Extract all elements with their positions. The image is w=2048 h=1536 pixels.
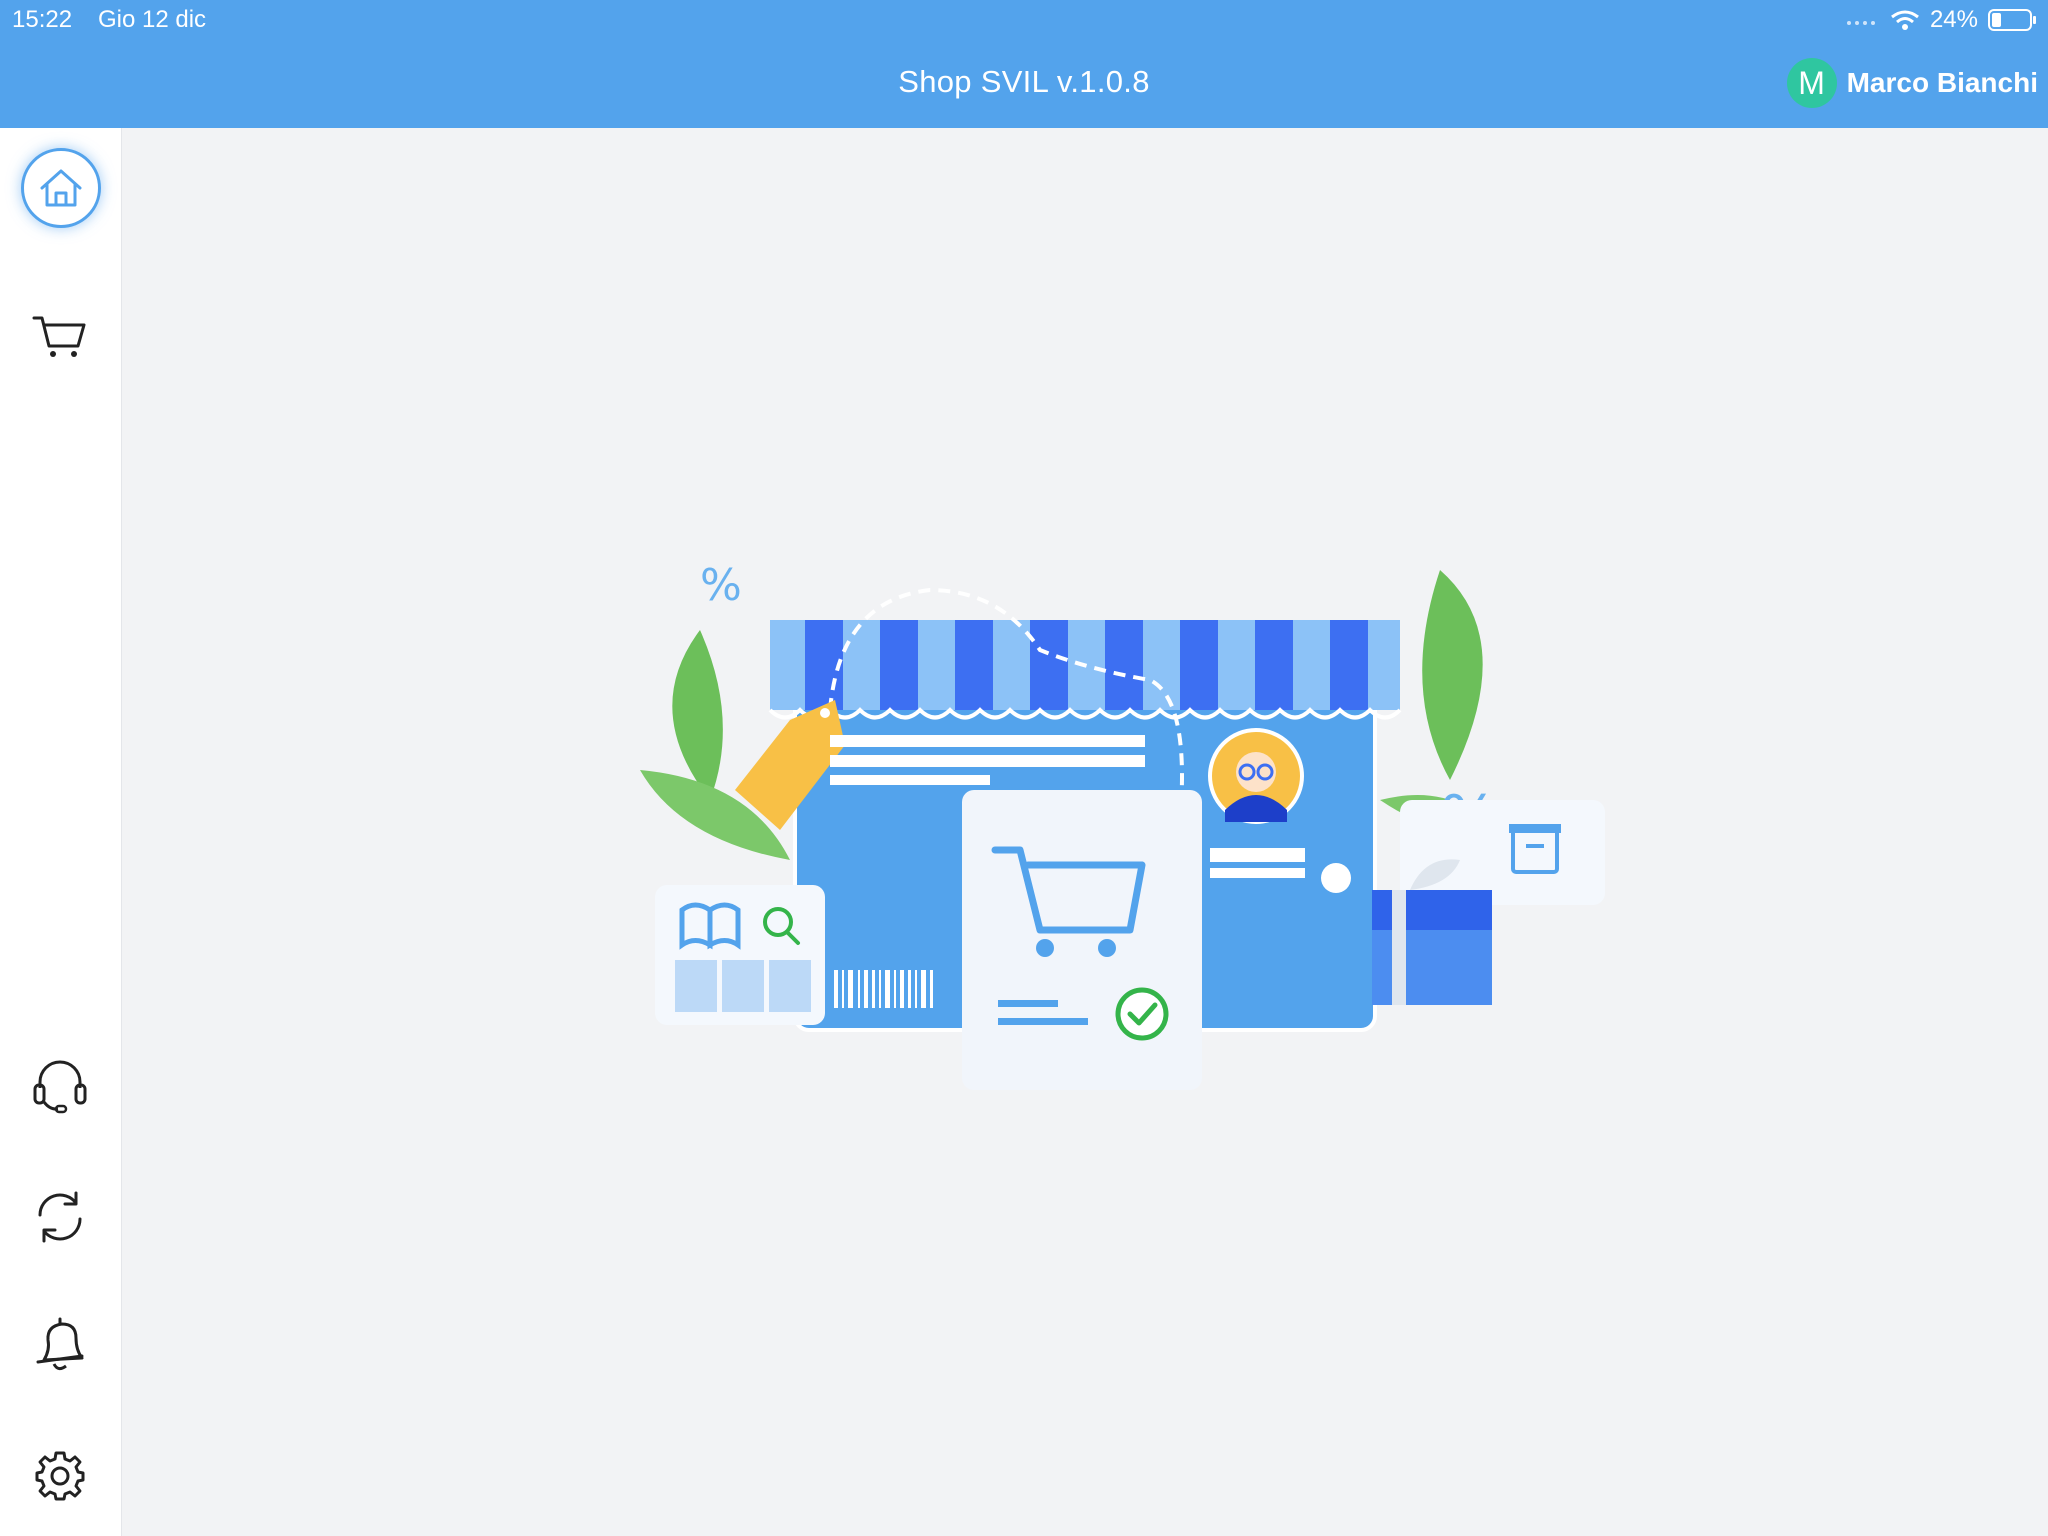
top-bar: 15:22 Gio 12 dic 24% Shop SVIL v.1.0.8 M… bbox=[0, 0, 2048, 128]
sidebar-item-home[interactable] bbox=[21, 148, 101, 228]
status-date: Gio 12 dic bbox=[98, 6, 207, 33]
sidebar-item-sync[interactable] bbox=[20, 1177, 100, 1257]
wifi-icon bbox=[1891, 10, 1919, 30]
user-menu[interactable]: M Marco Bianchi bbox=[1786, 58, 2038, 108]
status-indicators: 24% bbox=[1846, 6, 2038, 34]
sidebar-item-settings[interactable] bbox=[20, 1436, 100, 1516]
app-title: Shop SVIL v.1.0.8 bbox=[898, 64, 1150, 99]
sidebar bbox=[0, 128, 122, 1536]
sidebar-item-cart[interactable] bbox=[20, 297, 100, 377]
sidebar-item-support[interactable] bbox=[20, 1045, 100, 1125]
battery-percent: 24% bbox=[1929, 6, 1978, 33]
sidebar-item-notifications[interactable] bbox=[20, 1306, 100, 1386]
sync-icon bbox=[38, 1191, 82, 1243]
user-name: Marco Bianchi bbox=[1846, 67, 2038, 98]
status-time: 15:22 bbox=[12, 6, 73, 33]
battery-icon bbox=[1988, 9, 2036, 31]
percent-label: % bbox=[700, 560, 742, 611]
cart-icon bbox=[32, 316, 86, 357]
gear-icon bbox=[35, 1451, 85, 1501]
shop-illustration: % % bbox=[640, 560, 1605, 1090]
headset-icon bbox=[33, 1060, 87, 1114]
bell-icon bbox=[36, 1317, 84, 1371]
signal-icon bbox=[1846, 21, 1875, 25]
home-icon bbox=[40, 169, 82, 207]
avatar: M bbox=[1786, 58, 1837, 108]
